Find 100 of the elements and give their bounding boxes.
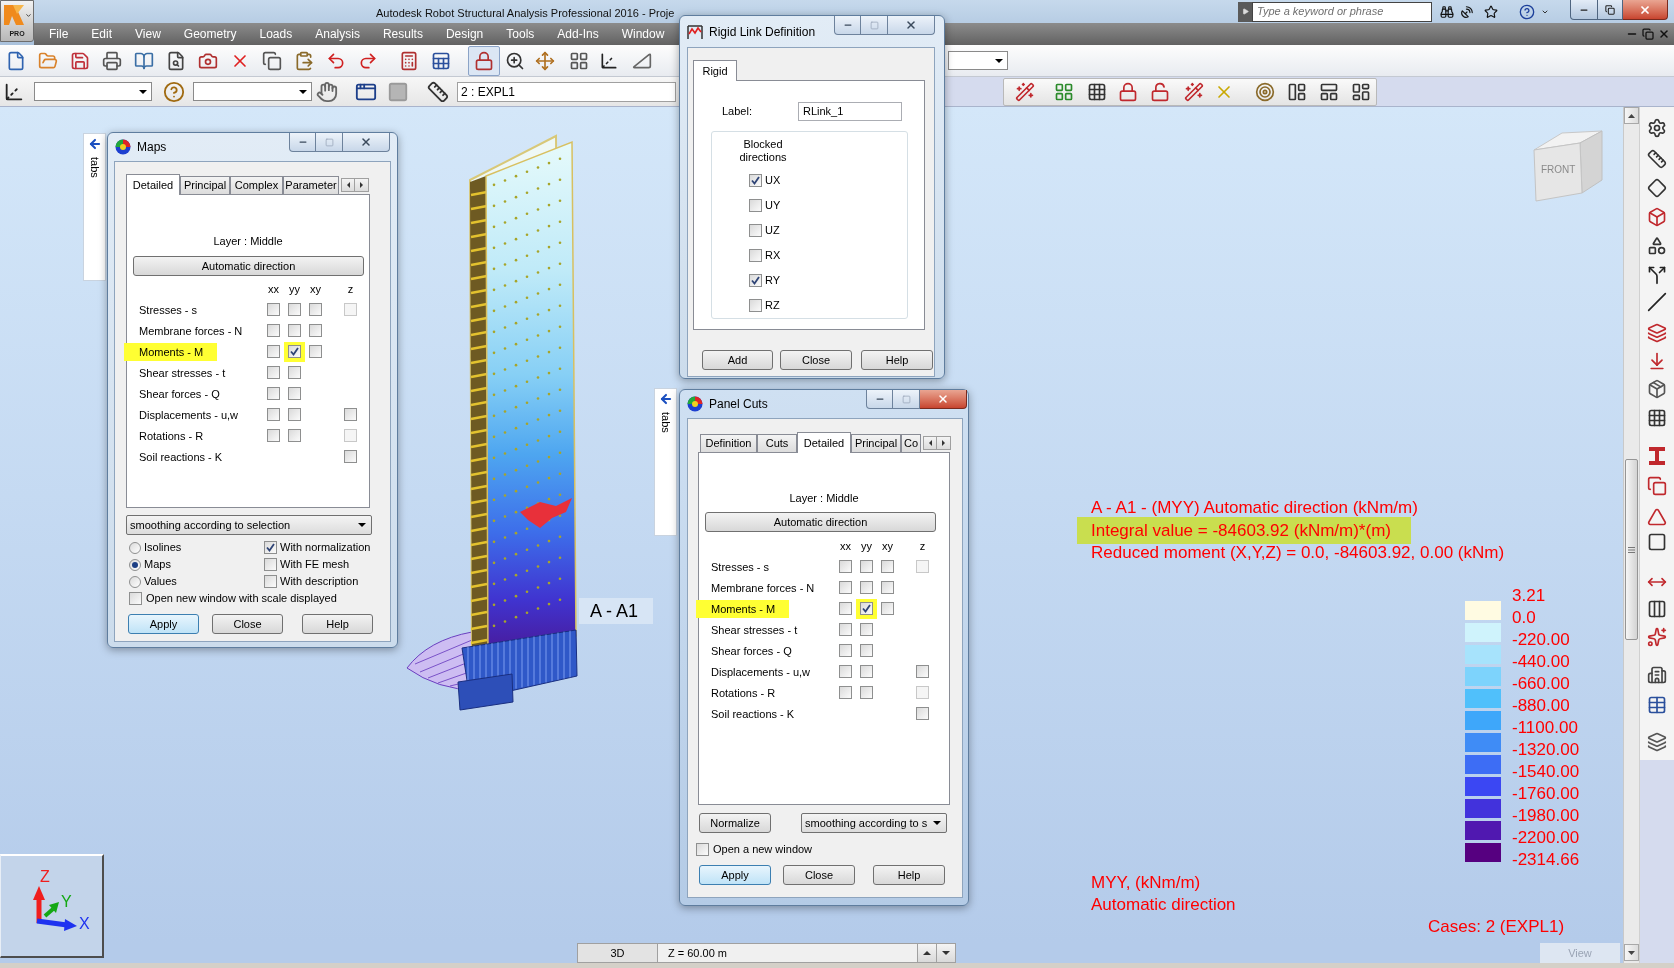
load-case-field[interactable]: 2 : EXPL1 xyxy=(457,81,676,102)
step-up-button[interactable] xyxy=(918,943,937,963)
checkbox[interactable] xyxy=(916,665,929,678)
dialog-button[interactable]: Normalize xyxy=(699,813,771,833)
dialog-button[interactable]: Apply xyxy=(699,865,771,885)
menu-item[interactable]: File xyxy=(37,23,80,45)
file-search-icon[interactable] xyxy=(166,50,186,71)
magnifier-icon[interactable] xyxy=(505,50,525,71)
checkbox[interactable] xyxy=(288,324,301,337)
menu-item[interactable]: Design xyxy=(434,23,495,45)
checkbox[interactable] xyxy=(860,665,873,678)
building-icon[interactable] xyxy=(1647,665,1667,685)
maximize-button[interactable] xyxy=(316,133,343,152)
target-icon[interactable] xyxy=(1255,82,1275,102)
play-icon[interactable] xyxy=(1241,8,1249,15)
checkbox[interactable] xyxy=(267,303,280,316)
step-down-button[interactable] xyxy=(937,943,956,963)
radio-button[interactable] xyxy=(129,541,141,554)
checkbox[interactable] xyxy=(309,345,322,358)
menu-item[interactable]: View xyxy=(123,23,173,45)
label-input[interactable]: RLink_1 xyxy=(798,102,902,121)
layers-icon[interactable] xyxy=(1647,323,1667,343)
ruler-icon[interactable] xyxy=(1647,149,1667,169)
dialog-button[interactable]: Automatic direction xyxy=(705,512,936,532)
dialog-button[interactable]: Add xyxy=(702,350,773,370)
move-arrows-icon[interactable] xyxy=(535,50,555,71)
close-button[interactable] xyxy=(343,133,390,152)
tab[interactable]: Cuts xyxy=(757,434,797,452)
checkbox[interactable] xyxy=(749,249,762,262)
close-button[interactable] xyxy=(888,16,935,35)
checkbox[interactable] xyxy=(839,686,852,699)
grid-icon[interactable] xyxy=(1087,82,1107,102)
lock-button[interactable] xyxy=(468,45,500,76)
clipboard-icon[interactable] xyxy=(294,50,314,71)
checkbox[interactable] xyxy=(344,450,357,463)
tab[interactable]: Rigid xyxy=(693,60,737,81)
checkbox[interactable] xyxy=(839,644,852,657)
triangle-icon[interactable] xyxy=(1647,507,1667,527)
right-triangle-icon[interactable] xyxy=(632,50,652,71)
minimize-button[interactable] xyxy=(1570,0,1598,20)
undo-icon[interactable] xyxy=(326,50,346,71)
copy-icon[interactable] xyxy=(262,50,282,71)
tab-scroll-button[interactable] xyxy=(355,178,369,192)
dock-tab-label[interactable]: tabs xyxy=(657,412,674,433)
gear-icon[interactable] xyxy=(1647,118,1667,138)
hand-icon[interactable] xyxy=(316,80,338,103)
checkbox[interactable] xyxy=(749,224,762,237)
checkbox[interactable] xyxy=(860,560,873,573)
panels-icon[interactable] xyxy=(1319,82,1339,102)
book-icon[interactable] xyxy=(134,50,154,71)
checkbox[interactable] xyxy=(881,602,894,615)
redo-icon[interactable] xyxy=(358,50,378,71)
checkbox[interactable] xyxy=(264,541,277,554)
tab[interactable]: Detailed xyxy=(797,432,851,453)
menu-item[interactable]: Analysis xyxy=(303,23,372,45)
columns-icon[interactable] xyxy=(1647,599,1667,619)
tab[interactable]: Parameter xyxy=(283,176,339,194)
diamond-icon[interactable] xyxy=(1647,178,1667,198)
sparkle-icon[interactable] xyxy=(1647,627,1667,647)
maximize-button[interactable] xyxy=(861,16,888,35)
checkbox[interactable] xyxy=(288,366,301,379)
checkbox[interactable] xyxy=(267,324,280,337)
folder-icon[interactable] xyxy=(38,50,58,71)
lock-icon[interactable] xyxy=(1118,82,1138,102)
checkbox[interactable] xyxy=(839,623,852,636)
checkbox[interactable] xyxy=(264,575,277,588)
level-field[interactable]: Z = 60.00 m xyxy=(658,943,918,963)
tab[interactable]: Complex xyxy=(230,176,283,194)
scrollbar-thumb[interactable] xyxy=(1625,459,1638,640)
star-icon[interactable] xyxy=(1484,4,1498,19)
checkbox[interactable] xyxy=(881,560,894,573)
menu-item[interactable]: Tools xyxy=(494,23,546,45)
menu-item[interactable]: Edit xyxy=(79,23,124,45)
restore-icon[interactable] xyxy=(1642,28,1654,40)
cube-icon[interactable] xyxy=(1647,207,1667,227)
i-beam-icon[interactable] xyxy=(1647,446,1667,466)
checkbox[interactable] xyxy=(267,429,280,442)
checkbox[interactable] xyxy=(267,345,280,358)
tab-scroll-button[interactable] xyxy=(937,436,951,450)
arrow-down-icon[interactable] xyxy=(1647,351,1667,371)
satellite-dish-icon[interactable] xyxy=(1460,4,1474,19)
grid-icon[interactable] xyxy=(1647,408,1667,428)
menu-item[interactable]: Results xyxy=(371,23,435,45)
search-field[interactable]: Type a keyword or phrase xyxy=(1252,1,1432,22)
dialog-button[interactable]: Automatic direction xyxy=(133,256,364,276)
checkbox[interactable] xyxy=(288,408,301,421)
close-button[interactable] xyxy=(920,390,967,409)
combo-box[interactable] xyxy=(34,82,152,101)
arrow-left-icon[interactable] xyxy=(658,392,673,406)
tab[interactable]: Definition xyxy=(700,434,757,452)
checkbox[interactable] xyxy=(696,842,709,856)
checkbox[interactable] xyxy=(916,707,929,720)
lock-open-icon[interactable] xyxy=(1150,82,1170,102)
checkbox[interactable] xyxy=(267,408,280,421)
dialog-button[interactable]: Apply xyxy=(128,614,199,634)
panels-icon[interactable] xyxy=(1351,82,1371,102)
shapes-icon[interactable] xyxy=(1647,236,1667,256)
view-mode-field[interactable]: 3D xyxy=(577,943,658,963)
checkbox[interactable] xyxy=(839,665,852,678)
wand-icon[interactable] xyxy=(1015,82,1035,102)
